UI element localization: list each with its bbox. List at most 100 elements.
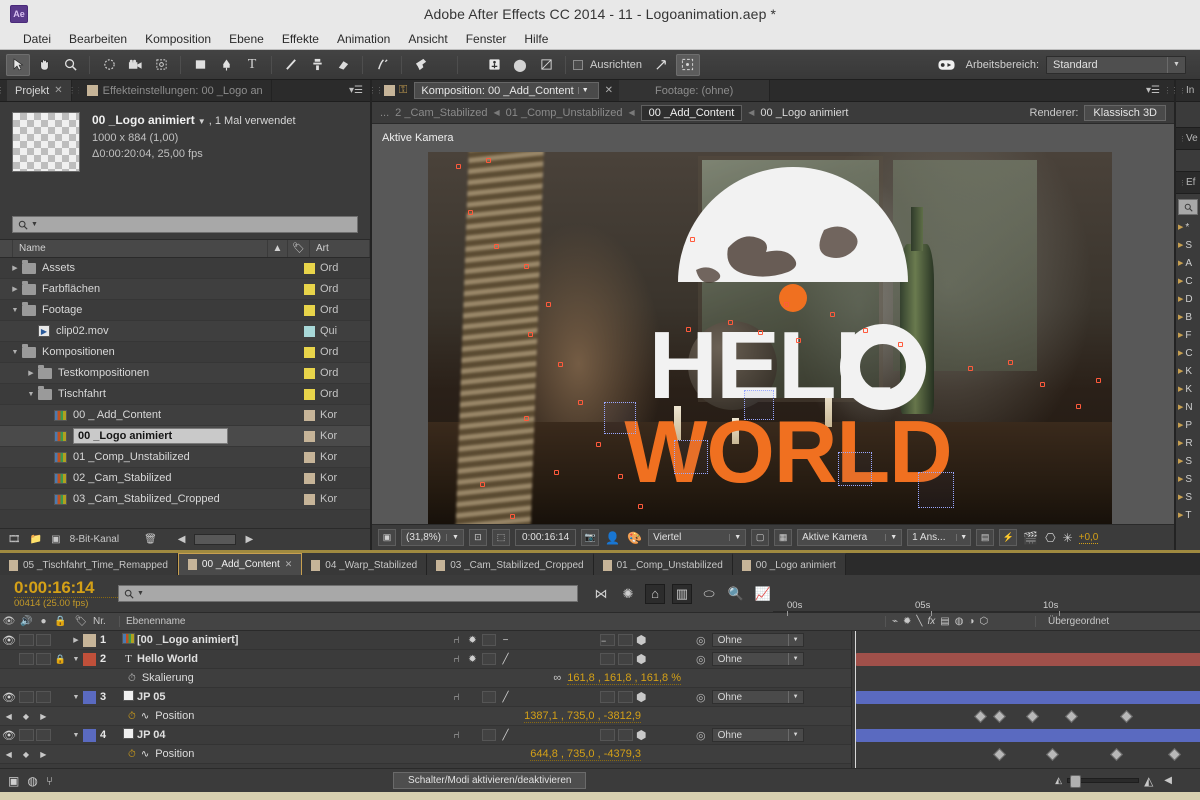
property-row[interactable]: ◀ ◆ ▶ ⏱ ∿ Position 644,8 , 735,0 , -4379,3 [0, 745, 851, 764]
resolution-select[interactable]: Viertel ▼ [648, 529, 747, 546]
new-folder-icon[interactable]: 📁 [30, 534, 42, 545]
label-column-icon[interactable]: 🏷 [288, 240, 310, 257]
layer-name[interactable]: JP 05 [137, 691, 450, 703]
breadcrumb-logo-animiert[interactable]: 00 _Logo animiert [760, 107, 848, 119]
shape-tool-icon[interactable] [188, 54, 212, 76]
puppet-pin-tool-icon[interactable] [409, 54, 433, 76]
chevron-down-icon[interactable]: ▼ [198, 117, 206, 126]
close-icon-2[interactable]: ✕ [599, 80, 619, 101]
timeline-ruler[interactable]: 00s 05s 10s [773, 575, 1200, 616]
twirl-icon[interactable]: ▶ [1178, 457, 1183, 465]
composition-render[interactable]: HELL WORLD [428, 152, 1112, 524]
next-keyframe-icon[interactable]: ▶ [40, 712, 46, 721]
delete-icon[interactable]: 🗑 [144, 534, 157, 545]
twirl-icon[interactable]: ▶ [1178, 277, 1183, 285]
menu-datei[interactable]: Datei [14, 30, 60, 48]
layer-duration-bar[interactable] [856, 729, 1200, 742]
stopwatch-icon[interactable]: ⏱ [128, 749, 136, 760]
tab-footage[interactable]: Footage: (ohne) [619, 80, 771, 101]
zoom-tool-icon[interactable] [58, 54, 82, 76]
renderer-button[interactable]: Klassisch 3D [1084, 104, 1166, 121]
property-row[interactable]: ⏱ Skalierung ∞ 161,8 , 161,8 , 161,8 % [0, 669, 851, 688]
column-name[interactable]: Name [13, 240, 268, 257]
parent-select[interactable]: Ohne ▼ [711, 652, 804, 666]
twirl-icon[interactable]: ▶ [1178, 241, 1183, 249]
graph-editor-search-icon[interactable]: 🔍 [726, 584, 746, 604]
parent-select[interactable]: Ohne ▼ [711, 690, 804, 704]
shy-switch[interactable]: ⑁ [450, 692, 463, 703]
pan-behind-tool-icon[interactable] [149, 54, 173, 76]
effect-category-item[interactable]: ▶ F [1176, 326, 1200, 344]
twirl-icon[interactable]: ▶ [1178, 223, 1183, 231]
keyframe-marker[interactable] [1110, 748, 1123, 761]
parent-pickwhip-icon[interactable]: ◎ [696, 729, 706, 742]
chevron-down-icon-6[interactable]: ▼ [956, 534, 970, 541]
property-value[interactable]: 1387,1 , 735,0 , -3812,9 [524, 710, 641, 723]
project-tree-item[interactable]: 03 _Cam_Stabilized_Cropped Kor [0, 489, 370, 510]
label-color-swatch[interactable] [298, 430, 320, 442]
graph-icon[interactable]: ∿ [141, 711, 149, 722]
shy-icon[interactable]: ⬭ [699, 584, 719, 604]
grid-guides-icon[interactable]: ▦ [774, 529, 793, 546]
new-comp-icon[interactable]: 🎞 [8, 534, 21, 545]
motion-blur-switch[interactable] [618, 729, 633, 741]
scroll-left-icon-2[interactable]: ◀ [1164, 775, 1172, 786]
audio-toggle[interactable] [19, 729, 34, 741]
snapping-arrow-icon[interactable] [650, 54, 674, 76]
label-color-swatch[interactable] [298, 325, 320, 337]
keyframe-marker[interactable] [1026, 710, 1039, 723]
twirl-icon[interactable]: ▶ [1178, 493, 1183, 501]
quality-switch[interactable] [482, 634, 496, 646]
twirl-icon[interactable]: ▶ [1178, 421, 1183, 429]
layer-name[interactable]: Hello World [137, 653, 450, 665]
layer-name[interactable]: [00 _Logo animiert] [137, 634, 450, 646]
roto-brush-tool-icon[interactable] [370, 54, 394, 76]
breadcrumb-add-content[interactable]: 00 _Add_Content [640, 104, 743, 121]
keyframe-marker[interactable] [1168, 748, 1181, 761]
twirl-icon[interactable]: ▶ [1178, 511, 1183, 519]
toggle-view-masks-icon[interactable]: ▣ [378, 529, 396, 546]
solo-toggle[interactable] [36, 653, 51, 665]
graph-toggle-icon[interactable]: ⑂ [46, 774, 53, 788]
bit-depth-icon[interactable]: ▣ [51, 534, 60, 545]
label-color-swatch[interactable] [298, 367, 320, 379]
anchor-point-icon[interactable] [482, 54, 506, 76]
shy-switch[interactable]: ⑁ [450, 730, 463, 741]
tracker-box-3[interactable] [744, 390, 774, 420]
project-tree-item[interactable]: ▶ Assets Ord [0, 258, 370, 279]
effects-search-input[interactable] [1178, 199, 1198, 215]
camera-tool-icon[interactable] [123, 54, 147, 76]
shy-switch[interactable]: ⑁ [450, 654, 463, 665]
project-tree-item[interactable]: ▼ Kompositionen Ord [0, 342, 370, 363]
audio-toggle[interactable] [19, 634, 34, 646]
quality-switch[interactable] [482, 691, 496, 703]
transparency-grid-icon[interactable]: ⬚ [491, 529, 510, 546]
menu-ebene[interactable]: Ebene [220, 30, 273, 48]
project-search-input[interactable]: ▼ [12, 216, 358, 233]
panel-grip-icon-4[interactable]: ⋮⋮ [1164, 80, 1179, 101]
chevron-down-icon[interactable]: ▼ [787, 729, 803, 741]
chevron-down-icon[interactable]: ▼ [787, 634, 803, 646]
snapshot-icon[interactable]: 📷 [581, 529, 600, 546]
property-value[interactable]: 644,8 , 735,0 , -4379,3 [530, 748, 641, 761]
twirl-icon[interactable]: ▶ [8, 264, 22, 272]
project-tree-item[interactable]: 01 _Comp_Unstabilized Kor [0, 447, 370, 468]
panel-grip-icon-3[interactable]: ⋮⋮ [369, 80, 384, 101]
project-tree-item[interactable]: ▼ Tischfahrt Ord [0, 384, 370, 405]
menu-ansicht[interactable]: Ansicht [399, 30, 456, 48]
search-dropdown-icon-2[interactable]: ▼ [137, 590, 144, 597]
quality-switch[interactable] [482, 653, 496, 665]
scroll-left-icon[interactable]: ◀ [178, 534, 186, 545]
panel-menu-icon[interactable]: ▾☰ [342, 80, 370, 101]
property-row[interactable]: ◀ ◆ ▶ ⏱ ∿ Position 1387,1 , 735,0 , -3812,9 [0, 707, 851, 726]
layer-duration-bar[interactable] [856, 691, 1200, 704]
layer-name[interactable]: JP 04 [137, 729, 450, 741]
snapping-grid-icon[interactable] [675, 53, 700, 76]
eraser-tool-icon[interactable] [331, 54, 355, 76]
stopwatch-icon[interactable]: ⏱ [128, 673, 136, 684]
graph-icon[interactable]: ∿ [141, 749, 149, 760]
effect-category-item[interactable]: ▶ * [1176, 218, 1200, 236]
draft-3d-icon[interactable]: ✺ [618, 584, 638, 604]
column-number[interactable]: Nr. [93, 616, 119, 627]
keyframe-navigator[interactable]: ◀ ◆ ▶ [0, 712, 52, 721]
